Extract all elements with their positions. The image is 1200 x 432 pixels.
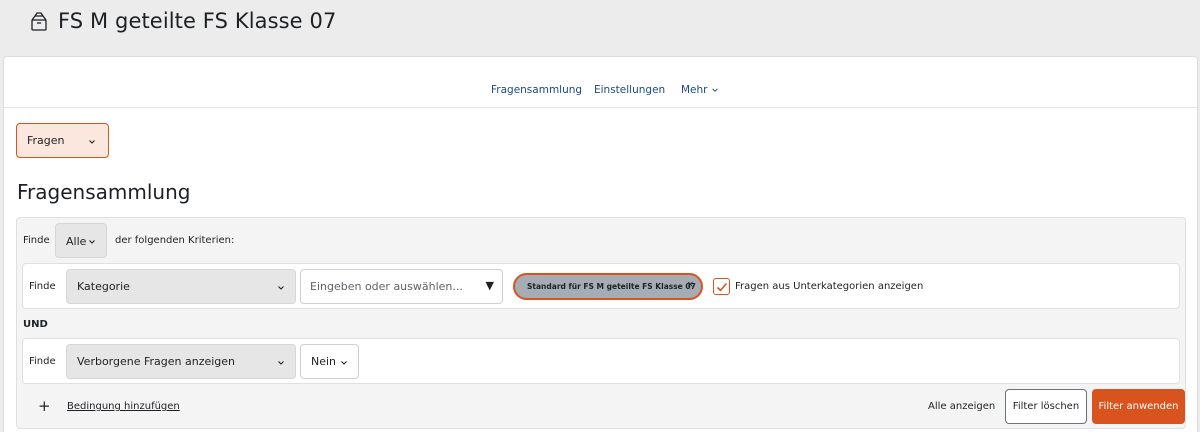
nav-mehr-label: Mehr	[681, 84, 708, 96]
selected-category-label: Standard für FS M geteilte FS Klasse 07	[527, 282, 696, 291]
subcategories-label: Fragen aus Unterkategorien anzeigen	[735, 281, 924, 292]
nav-mehr[interactable]: Mehr	[681, 84, 719, 96]
chevron-down-icon	[278, 286, 284, 290]
match-type-select[interactable]: Alle	[55, 223, 107, 258]
hidden-questions-value: Nein	[311, 355, 337, 368]
condition-join-label: UND	[23, 319, 48, 330]
plus-icon[interactable]: +	[38, 397, 51, 415]
main-card: Fragensammlung Einstellungen Mehr Fragen…	[3, 56, 1198, 432]
filter-condition-category: Finde Kategorie Eingeben oder auswählen.…	[22, 263, 1180, 309]
selected-category-chip[interactable]: Standard für FS M geteilte FS Klasse 07 …	[513, 273, 703, 300]
hidden-questions-select[interactable]: Nein	[300, 344, 359, 379]
category-search-placeholder: Eingeben oder auswählen...	[310, 280, 463, 293]
condition-field-value: Kategorie	[77, 280, 130, 293]
nav-fragensammlung[interactable]: Fragensammlung	[491, 84, 582, 96]
question-bank-select[interactable]: Fragen	[16, 123, 109, 158]
course-box-icon	[28, 11, 50, 33]
close-icon[interactable]: ×	[686, 280, 694, 290]
condition-prefix: Finde	[29, 281, 56, 292]
page-header-title: FS M geteilte FS Klasse 07	[58, 9, 337, 33]
match-type-value: Alle	[66, 235, 87, 248]
condition-prefix: Finde	[29, 356, 56, 367]
page-header: FS M geteilte FS Klasse 07	[0, 0, 1200, 56]
match-prefix: Finde	[23, 235, 50, 246]
condition-field-value: Verborgene Fragen anzeigen	[77, 355, 236, 368]
filter-condition-hidden: Finde Verborgene Fragen anzeigen Nein	[22, 338, 1180, 384]
chevron-down-icon	[278, 361, 284, 365]
category-search-input[interactable]: Eingeben oder auswählen... ▼	[300, 269, 503, 304]
nav-einstellungen[interactable]: Einstellungen	[594, 84, 665, 96]
chevron-down-icon	[89, 240, 95, 244]
chevron-down-icon	[341, 361, 347, 365]
question-bank-select-value: Fragen	[27, 134, 65, 147]
filter-panel: Finde Alle der folgenden Kriterien: Find…	[16, 217, 1186, 429]
chevron-down-icon	[89, 140, 95, 144]
match-suffix: der folgenden Kriterien:	[115, 235, 235, 246]
add-condition-link[interactable]: Bedingung hinzufügen	[67, 401, 180, 412]
chevron-down-icon	[712, 88, 718, 92]
condition-field-select[interactable]: Kategorie	[66, 269, 296, 304]
dropdown-triangle-icon[interactable]: ▼	[486, 279, 494, 292]
page-title: Fragensammlung	[17, 180, 191, 204]
subcategories-checkbox[interactable]	[713, 278, 730, 295]
secondary-navigation: Fragensammlung Einstellungen Mehr	[4, 57, 1197, 108]
checkmark-icon	[716, 282, 728, 292]
condition-field-select[interactable]: Verborgene Fragen anzeigen	[66, 344, 296, 379]
clear-filter-button[interactable]: Filter löschen	[1005, 389, 1087, 424]
show-all-link[interactable]: Alle anzeigen	[928, 401, 995, 412]
apply-filter-button[interactable]: Filter anwenden	[1092, 389, 1185, 424]
